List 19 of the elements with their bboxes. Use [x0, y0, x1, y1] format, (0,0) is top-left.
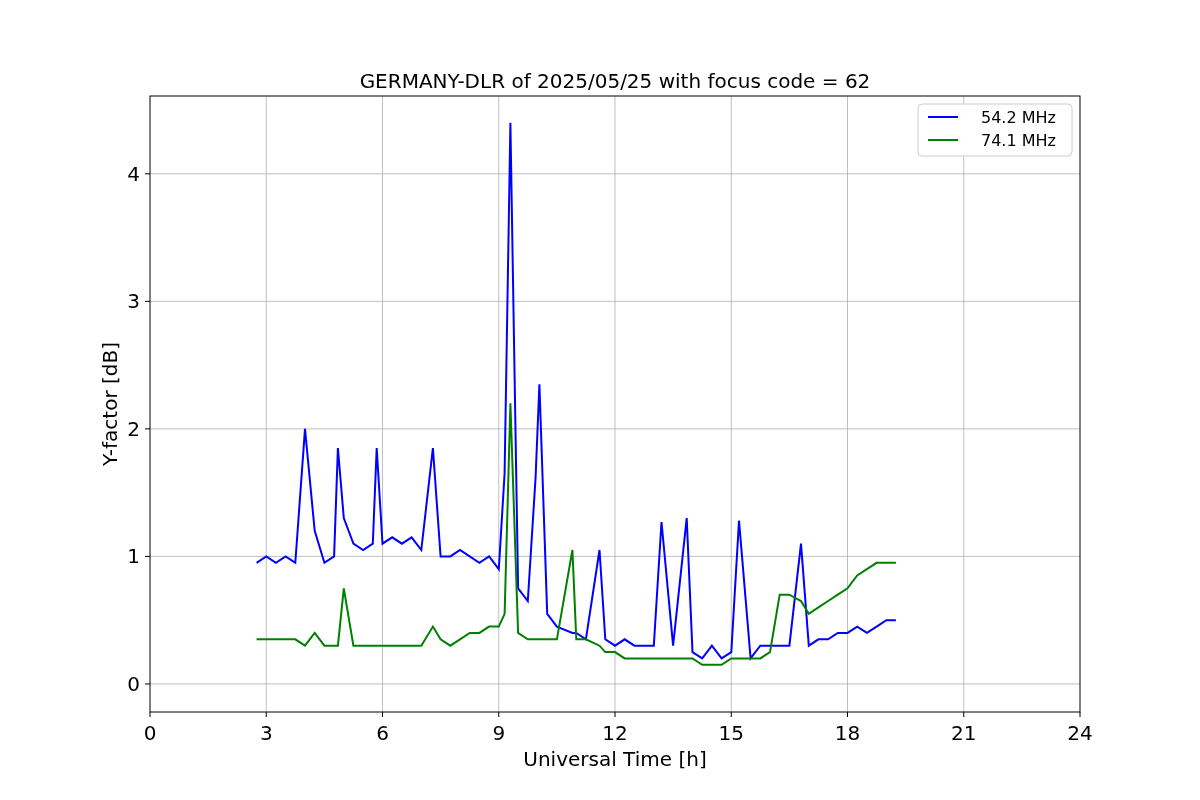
- x-tick-label: 3: [259, 721, 273, 745]
- x-tick-label: 6: [376, 721, 389, 745]
- legend-label: 54.2 MHz: [981, 108, 1056, 127]
- x-tick-label: 21: [951, 721, 977, 745]
- y-tick-label: 3: [127, 289, 140, 314]
- y-tick-label: 4: [127, 161, 140, 186]
- x-tick-label: 0: [143, 721, 157, 745]
- y-tick-label: 1: [127, 544, 140, 569]
- y-tick-label: 2: [127, 416, 140, 441]
- x-tick-label: 9: [492, 721, 506, 745]
- x-tick-label: 12: [602, 721, 628, 745]
- x-axis-label: Universal Time [h]: [523, 747, 707, 771]
- y-tick-label: 0: [127, 671, 140, 696]
- chart-title: GERMANY-DLR of 2025/05/25 with focus code = 62: [359, 69, 871, 93]
- x-tick-label: 18: [834, 721, 861, 745]
- legend-label: 74.1 MHz: [981, 131, 1056, 150]
- x-tick-label: 24: [1067, 721, 1093, 745]
- y-axis-label: Y-factor [dB]: [98, 342, 122, 466]
- x-tick-label: 15: [718, 721, 744, 745]
